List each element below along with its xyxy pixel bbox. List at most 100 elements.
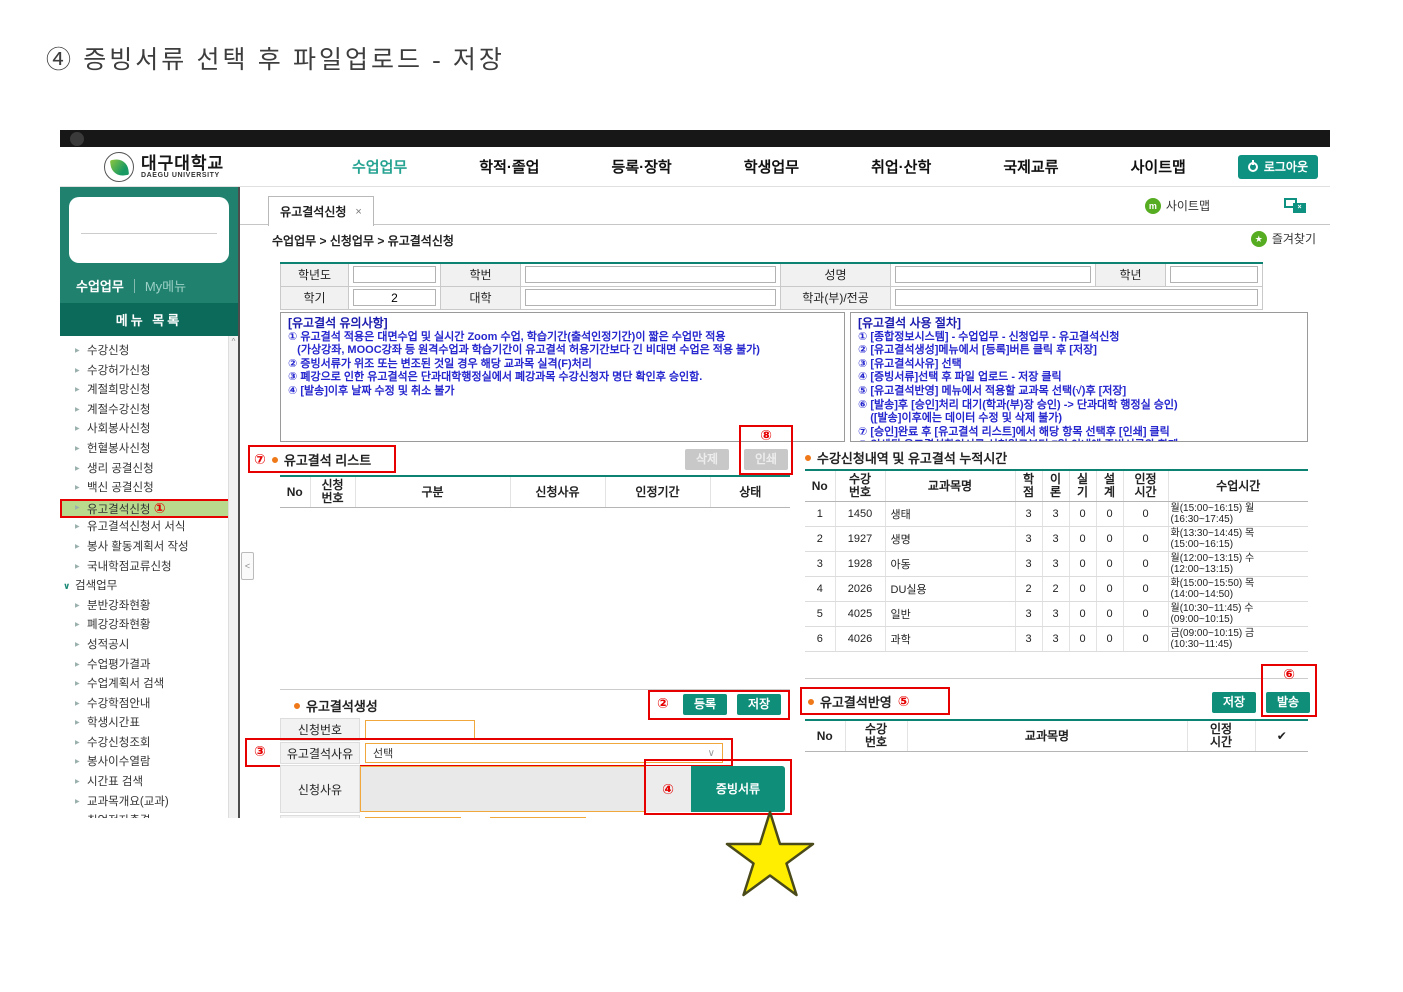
sidebar-item-timetable-search[interactable]: 시간표 검색 [60, 773, 238, 793]
menu-list-header: 메뉴 목록 [60, 303, 238, 336]
nav-registration[interactable]: 등록·장학 [612, 156, 672, 177]
nav-classes[interactable]: 수업업무 [352, 156, 407, 177]
nav-student-affairs[interactable]: 학생업무 [744, 156, 799, 177]
top-nav: 수업업무 학적·졸업 등록·장학 학생업무 취업·산학 국제교류 사이트맵 [352, 156, 1186, 177]
label-semester: 학기 [281, 286, 349, 309]
sidebar-tab-mymenu[interactable]: My메뉴 [145, 276, 186, 295]
register-button[interactable]: 등록 [683, 694, 727, 715]
year-input[interactable] [353, 266, 436, 283]
nav-records[interactable]: 학적·졸업 [479, 156, 539, 177]
sidebar-item-blood-service[interactable]: 헌혈봉사신청 [60, 440, 238, 460]
label-period: 인정기간 [280, 815, 360, 818]
notice-procedure: [유고결석 사용 절차] ① [종합정보시스템] - 수업업무 - 신청업무 -… [850, 312, 1308, 442]
save-button[interactable]: 저장 [737, 694, 781, 715]
name-input[interactable] [895, 266, 1091, 283]
sidebar-item-credit-guide[interactable]: 수강학점안내 [60, 695, 238, 715]
sidebar-item-sugang-lookup[interactable]: 수강신청조회 [60, 734, 238, 754]
absence-list-table: No 신청 번호 구분 신청사유 인정기간 상태 [280, 475, 790, 508]
breadcrumb-row: 수업업무 > 신청업무 > 유고결석신청 ★ 즐겨찾기 [240, 225, 1330, 253]
browser-chrome-dot [70, 132, 84, 146]
annotation-5: ⑤ [898, 693, 910, 710]
sidebar-item-sugang[interactable]: 수강신청 [60, 342, 238, 362]
sidebar-item-service-plan[interactable]: 봉사 활동계획서 작성 [60, 538, 238, 558]
sidebar-item-timetable[interactable]: 학생시간표 [60, 714, 238, 734]
apply-table: No 수강 번호 교과목명 인정 시간 ✔ [805, 719, 1308, 752]
table-row: 42026DU실용 220 00화(15:00~15:50) 목(14:00~1… [805, 577, 1308, 602]
annotation-2: ② [657, 695, 669, 712]
sidebar-item-service-record[interactable]: 봉사이수열람 [60, 753, 238, 773]
sidebar-item-sugang-permit[interactable]: 수강허가신청 [60, 362, 238, 382]
sidebar-item-vaccine-absence[interactable]: 백신 공결신청 [60, 479, 238, 499]
sidebar-item-closed-courses[interactable]: 폐강강좌현황 [60, 616, 238, 636]
label-college: 대학 [441, 286, 521, 309]
label-student-id: 학번 [441, 263, 521, 286]
tab-close-icon[interactable]: × [355, 206, 361, 218]
label-reason: 신청사유 [280, 765, 360, 813]
section-bullet-icon [272, 457, 278, 463]
sidebar-item-seasonal[interactable]: 계절수강신청 [60, 401, 238, 421]
reason-textarea[interactable] [360, 766, 645, 812]
table-row: 11450생태 330 00월(15:00~16:15) 월(16:30~17:… [805, 502, 1308, 527]
label-year: 학년도 [281, 263, 349, 286]
annotation-box-5: 유고결석반영 ⑤ [800, 687, 950, 715]
sidebar-item-menstrual-absence[interactable]: 생리 공결신청 [60, 460, 238, 480]
sidebar-login-box [69, 197, 229, 263]
annotation-3: ③ [254, 743, 266, 760]
highlight-star-icon [722, 806, 818, 898]
tab-bar: 유고결석신청 × m 사이트맵 × [240, 187, 1330, 225]
student-info-form: 학년도 학번 성명 학년 학기 2 대학 학과(부)/전공 [280, 262, 1263, 310]
annotation-8: ⑧ [760, 427, 772, 443]
period-end-input[interactable] [490, 817, 586, 818]
sidebar-item-credit-exchange[interactable]: 국내학점교류신청 [60, 558, 238, 578]
period-start-input[interactable] [365, 817, 461, 818]
favorite-link[interactable]: ★ 즐겨찾기 [1251, 230, 1316, 247]
absence-list-title: 유고결석 리스트 [284, 450, 371, 469]
annotation-6: ⑥ [1283, 666, 1295, 682]
sidebar-item-excused-absence[interactable]: 유고결석신청 ① [60, 499, 238, 519]
apply-save-button[interactable]: 저장 [1212, 692, 1256, 713]
student-id-input[interactable] [525, 266, 776, 283]
sidebar-item-eval-result[interactable]: 수업평가결과 [60, 656, 238, 676]
sidebar-tab-classes[interactable]: 수업업무 [76, 276, 124, 295]
tab-excused-absence[interactable]: 유고결석신청 × [268, 196, 374, 226]
semester-input[interactable]: 2 [353, 289, 436, 306]
delete-button[interactable]: 삭제 [685, 449, 729, 470]
sidebar-item-class-status[interactable]: 분반강좌현황 [60, 597, 238, 617]
university-logo[interactable]: 대구대학교 DAEGU UNIVERSITY [104, 152, 294, 182]
sidebar-item-grade-post[interactable]: 성적공시 [60, 636, 238, 656]
sidebar-collapse-handle[interactable]: < [241, 552, 254, 580]
university-seal-icon [104, 152, 134, 182]
check-icon[interactable]: ✔ [1255, 720, 1308, 752]
sidebar-menu: 수강신청 수강허가신청 계절희망신청 계절수강신청 사회봉사신청 헌혈봉사신청 … [60, 336, 238, 818]
sidebar-item-social-service[interactable]: 사회봉사신청 [60, 420, 238, 440]
nav-international[interactable]: 국제교류 [1003, 156, 1058, 177]
sidebar-item-course-overview[interactable]: 교과목개요(교과) [60, 793, 238, 813]
power-icon [1248, 162, 1258, 172]
sidebar-tab-divider [134, 279, 135, 293]
nav-sitemap[interactable]: 사이트맵 [1131, 156, 1186, 177]
sidebar-group-search[interactable]: 검색업무 [60, 577, 238, 597]
request-no-input[interactable] [365, 720, 475, 739]
window-close-icon[interactable]: × [1284, 198, 1306, 213]
sidebar-scrollbar[interactable]: ^ [228, 336, 238, 818]
enrollment-section-title: 수강신청내역 및 유고결석 누적시간 [805, 448, 1007, 467]
scroll-up-icon[interactable]: ^ [229, 336, 238, 348]
page-title: ④ 증빙서류 선택 후 파일업로드 - 저장 [46, 40, 505, 76]
favorite-star-icon: ★ [1251, 231, 1267, 247]
logout-button[interactable]: 로그아웃 [1238, 155, 1318, 179]
grade-input[interactable] [1170, 266, 1258, 283]
sidebar-item-absence-form[interactable]: 유고결석신청서 서식 [60, 518, 238, 538]
sidebar-item-seasonal-hope[interactable]: 계절희망신청 [60, 381, 238, 401]
divider [805, 678, 1308, 679]
content-area: < 유고결석신청 × m 사이트맵 × 수업업무 > 신청업무 > 유고결석신청 [240, 187, 1330, 818]
sidebar-item-syllabus-search[interactable]: 수업계획서 검색 [60, 675, 238, 695]
portal-header: 대구대학교 DAEGU UNIVERSITY 수업업무 학적·졸업 등록·장학 … [60, 147, 1330, 187]
sidebar: 수업업무 My메뉴 메뉴 목록 수강신청 수강허가신청 계절희망신청 계절수강신… [60, 187, 240, 818]
label-grade: 학년 [1096, 263, 1166, 286]
department-input[interactable] [895, 289, 1258, 306]
nav-employment[interactable]: 취업·산학 [871, 156, 931, 177]
sidebar-item-clipped[interactable]: 취업전자출결 [60, 812, 238, 818]
sitemap-link[interactable]: m 사이트맵 [1145, 197, 1210, 214]
notice-cautions: [유고결석 유의사항] ① 유고결석 적용은 대면수업 및 실시간 Zoom 수… [280, 312, 845, 442]
college-input[interactable] [525, 289, 776, 306]
